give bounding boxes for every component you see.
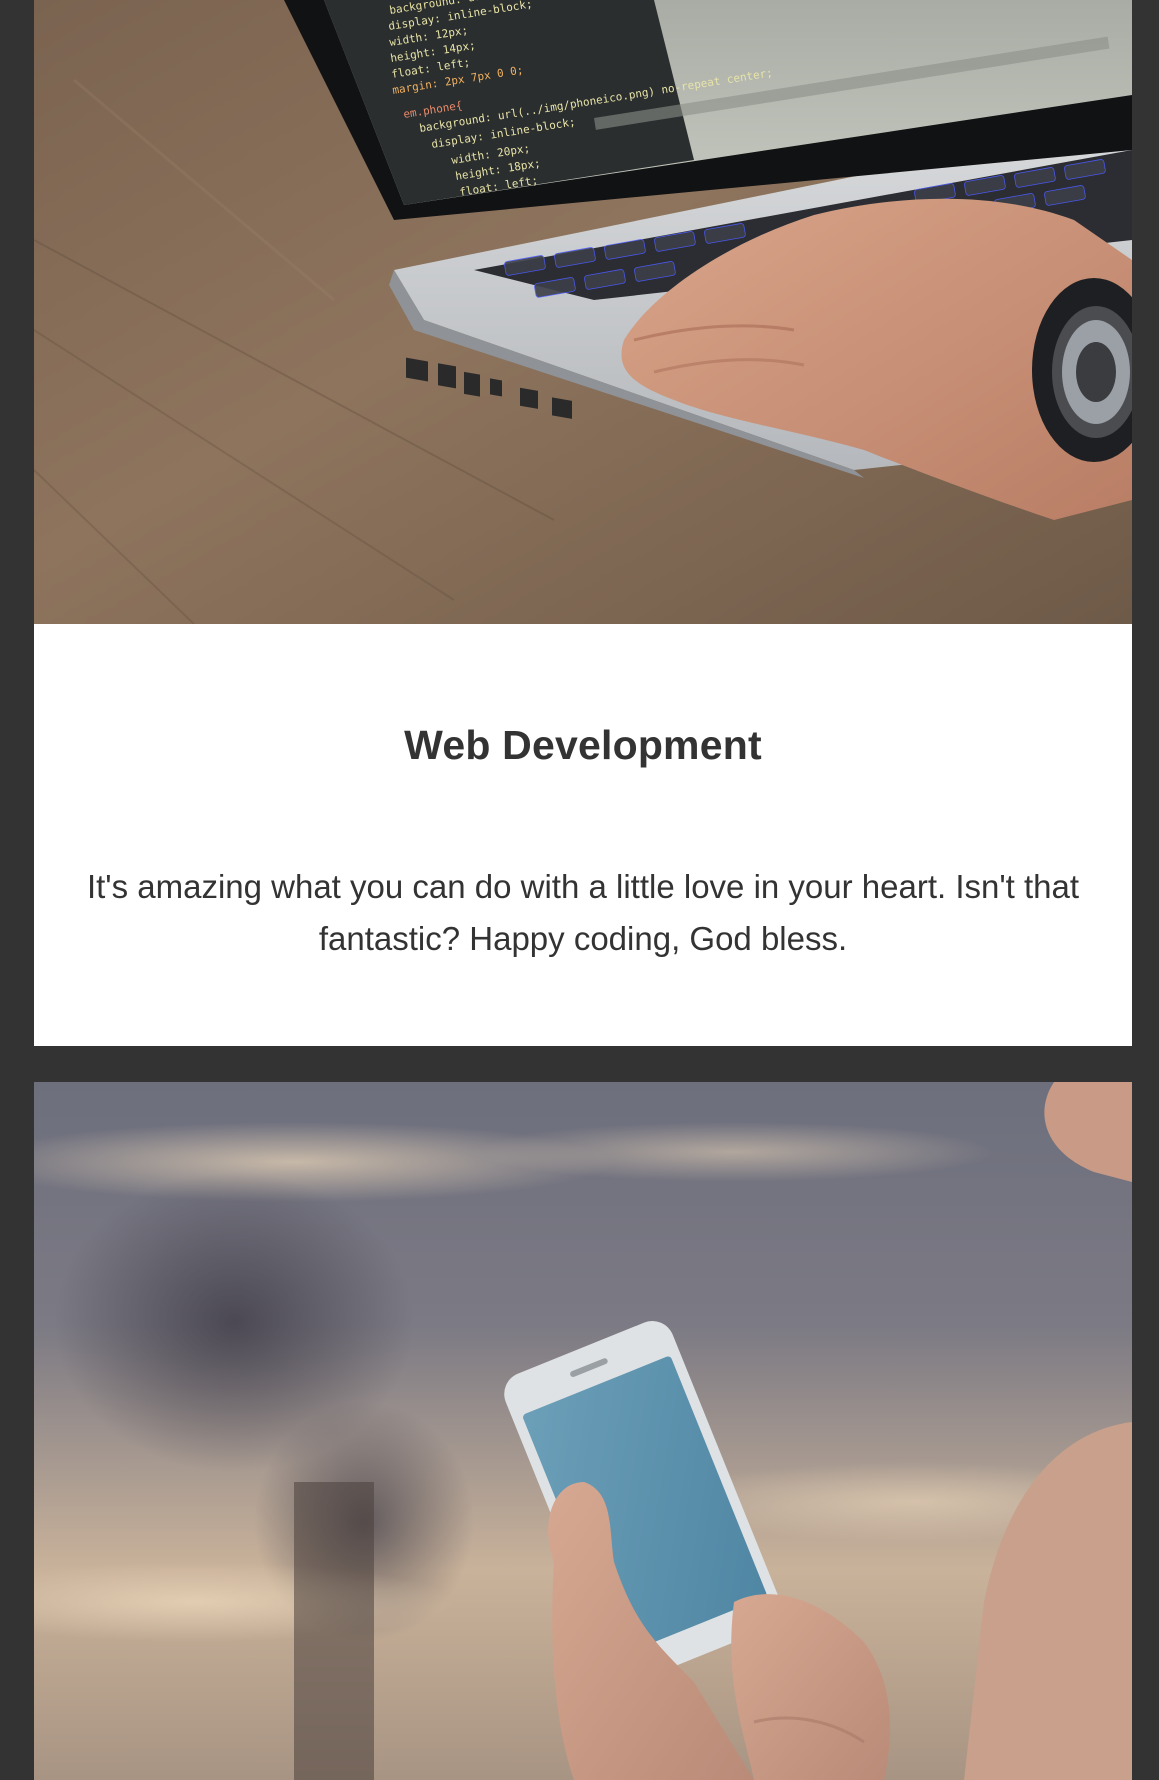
smartphone-image	[34, 1082, 1132, 1780]
service-card-web-development: background: url(../img/... display: inli…	[34, 0, 1132, 1046]
card-title: Web Development	[404, 722, 762, 768]
laptop-image: background: url(../img/... display: inli…	[34, 0, 1132, 624]
service-card-mobile	[34, 1082, 1132, 1780]
card-body: Web Development It's amazing what you ca…	[34, 624, 1132, 965]
smartphone-photo	[34, 1082, 1132, 1780]
card-description: It's amazing what you can do with a litt…	[86, 868, 1080, 957]
laptop-photo: background: url(../img/... display: inli…	[34, 0, 1132, 624]
